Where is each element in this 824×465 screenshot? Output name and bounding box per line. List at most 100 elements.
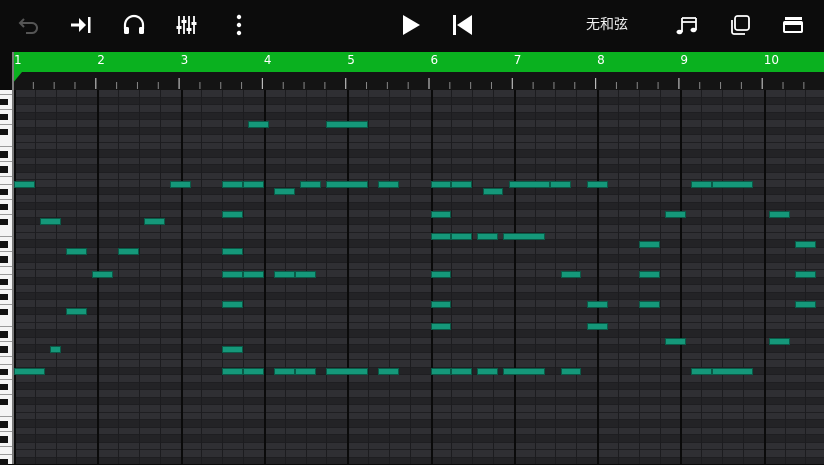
- pitch-lane[interactable]: [14, 278, 824, 286]
- midi-note[interactable]: [326, 368, 368, 375]
- midi-note[interactable]: [274, 368, 295, 375]
- midi-note[interactable]: [222, 346, 243, 353]
- piano-black-key[interactable]: [0, 369, 8, 376]
- piano-keyboard[interactable]: [0, 90, 12, 464]
- more-options-button[interactable]: [226, 9, 252, 41]
- midi-note[interactable]: [712, 368, 754, 375]
- midi-note[interactable]: [243, 271, 264, 278]
- piano-black-key[interactable]: [0, 309, 8, 316]
- pitch-lane[interactable]: [14, 345, 824, 353]
- midi-note[interactable]: [326, 181, 368, 188]
- pitch-lane[interactable]: [14, 98, 824, 106]
- pitch-lane[interactable]: [14, 113, 824, 121]
- piano-black-key[interactable]: [0, 166, 8, 173]
- pitch-lane[interactable]: [14, 405, 824, 413]
- pitch-lane[interactable]: [14, 308, 824, 316]
- piano-black-key[interactable]: [0, 99, 8, 106]
- pitch-lane[interactable]: [14, 150, 824, 158]
- midi-note[interactable]: [451, 368, 472, 375]
- pitch-lane[interactable]: [14, 293, 824, 301]
- pitch-lane[interactable]: [14, 323, 824, 331]
- midi-note[interactable]: [587, 181, 608, 188]
- play-button[interactable]: [396, 9, 426, 41]
- midi-note[interactable]: [222, 248, 243, 255]
- pitch-lane[interactable]: [14, 285, 824, 293]
- pitch-lane[interactable]: [14, 233, 824, 241]
- midi-note[interactable]: [274, 271, 295, 278]
- headphones-button[interactable]: [118, 9, 150, 41]
- pitch-lane[interactable]: [14, 210, 824, 218]
- undo-button[interactable]: [14, 9, 44, 41]
- piano-black-key[interactable]: [0, 189, 8, 196]
- midi-note[interactable]: [248, 121, 269, 128]
- pitch-lane[interactable]: [14, 173, 824, 181]
- midi-note[interactable]: [587, 323, 608, 330]
- midi-note[interactable]: [66, 248, 87, 255]
- midi-note[interactable]: [300, 181, 321, 188]
- region-bar[interactable]: [12, 52, 824, 72]
- pitch-lane[interactable]: [14, 105, 824, 113]
- piano-black-key[interactable]: [0, 219, 8, 226]
- timeline-ruler[interactable]: 12345678910: [12, 52, 824, 90]
- pitch-lane[interactable]: [14, 143, 824, 151]
- pitch-lane[interactable]: [14, 165, 824, 173]
- midi-note[interactable]: [639, 301, 660, 308]
- midi-note[interactable]: [451, 181, 472, 188]
- piano-roll-grid[interactable]: [14, 90, 824, 464]
- midi-note[interactable]: [222, 301, 243, 308]
- pitch-lane[interactable]: [14, 338, 824, 346]
- midi-note[interactable]: [66, 308, 87, 315]
- midi-note[interactable]: [665, 338, 686, 345]
- piano-black-key[interactable]: [0, 129, 8, 136]
- midi-note[interactable]: [14, 368, 45, 375]
- midi-note[interactable]: [691, 181, 712, 188]
- chord-label[interactable]: 无和弦: [586, 14, 628, 34]
- pitch-lane[interactable]: [14, 120, 824, 128]
- mixer-button[interactable]: [172, 9, 202, 41]
- pitch-lane[interactable]: [14, 270, 824, 278]
- piano-black-key[interactable]: [0, 421, 8, 428]
- midi-note[interactable]: [587, 301, 608, 308]
- midi-note[interactable]: [431, 323, 452, 330]
- midi-note[interactable]: [431, 233, 452, 240]
- midi-note[interactable]: [795, 271, 816, 278]
- midi-note[interactable]: [222, 271, 243, 278]
- midi-note[interactable]: [477, 368, 498, 375]
- pitch-lane[interactable]: [14, 353, 824, 361]
- midi-note[interactable]: [769, 211, 790, 218]
- midi-note[interactable]: [691, 368, 712, 375]
- midi-note[interactable]: [451, 233, 472, 240]
- midi-note[interactable]: [561, 368, 582, 375]
- pitch-lane[interactable]: [14, 203, 824, 211]
- piano-black-key[interactable]: [0, 346, 8, 353]
- pitch-lane[interactable]: [14, 450, 824, 458]
- midi-note[interactable]: [477, 233, 498, 240]
- midi-note[interactable]: [40, 218, 61, 225]
- midi-note[interactable]: [295, 271, 316, 278]
- midi-note[interactable]: [144, 218, 165, 225]
- midi-note[interactable]: [222, 368, 243, 375]
- midi-note[interactable]: [769, 338, 790, 345]
- pitch-lane[interactable]: [14, 390, 824, 398]
- midi-note[interactable]: [170, 181, 191, 188]
- midi-note[interactable]: [295, 368, 316, 375]
- pitch-lane[interactable]: [14, 443, 824, 451]
- piano-black-key[interactable]: [0, 399, 8, 406]
- rewind-to-start-button[interactable]: [448, 9, 478, 41]
- pitch-lane[interactable]: [14, 458, 824, 465]
- pitch-lane[interactable]: [14, 383, 824, 391]
- midi-note[interactable]: [431, 211, 452, 218]
- pitch-lane[interactable]: [14, 255, 824, 263]
- midi-note[interactable]: [50, 346, 60, 353]
- pitch-lane[interactable]: [14, 158, 824, 166]
- note-button[interactable]: [672, 9, 702, 41]
- pitch-lane[interactable]: [14, 398, 824, 406]
- midi-note[interactable]: [712, 181, 754, 188]
- piano-black-key[interactable]: [0, 331, 8, 338]
- pitch-lane[interactable]: [14, 263, 824, 271]
- piano-black-key[interactable]: [0, 384, 8, 391]
- pitch-lane[interactable]: [14, 128, 824, 136]
- midi-note[interactable]: [118, 248, 139, 255]
- piano-black-key[interactable]: [0, 256, 8, 263]
- midi-note[interactable]: [550, 181, 571, 188]
